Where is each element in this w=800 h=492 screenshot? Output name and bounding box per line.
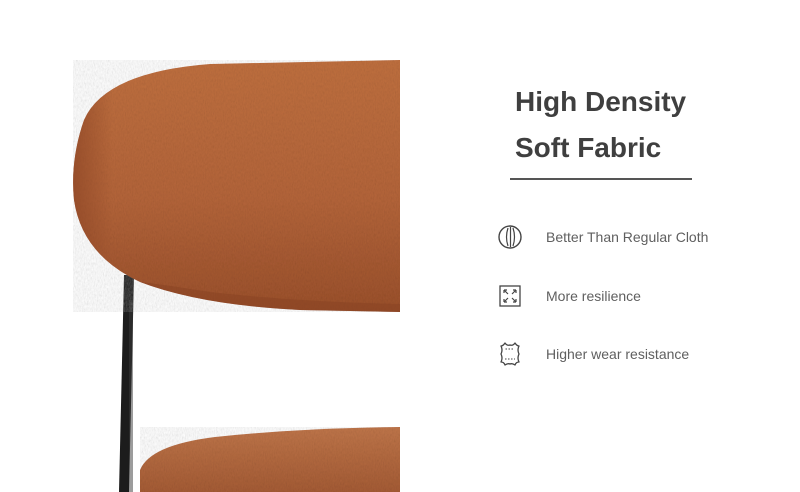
seat-cushion — [140, 427, 400, 492]
feature-item: More resilience — [496, 281, 641, 311]
expand-arrows-icon — [496, 282, 524, 310]
feature-item: Better Than Regular Cloth — [496, 222, 708, 252]
headline-divider — [510, 178, 692, 180]
headline-line-2: Soft Fabric — [515, 132, 662, 163]
headline-line-1: High Density — [515, 86, 687, 117]
fabric-layers-icon — [496, 223, 524, 251]
leather-hide-icon — [496, 340, 524, 368]
feature-label: Better Than Regular Cloth — [546, 229, 709, 245]
chair-photo — [0, 0, 400, 492]
feature-item: Higher wear resistance — [496, 339, 689, 369]
feature-panel: High Density Soft Fabric Better Than Reg… — [400, 0, 800, 492]
feature-label: More resilience — [546, 288, 641, 304]
feature-label: Higher wear resistance — [546, 346, 690, 362]
chair-image — [73, 60, 400, 492]
headline: High Density Soft Fabric — [515, 79, 686, 171]
